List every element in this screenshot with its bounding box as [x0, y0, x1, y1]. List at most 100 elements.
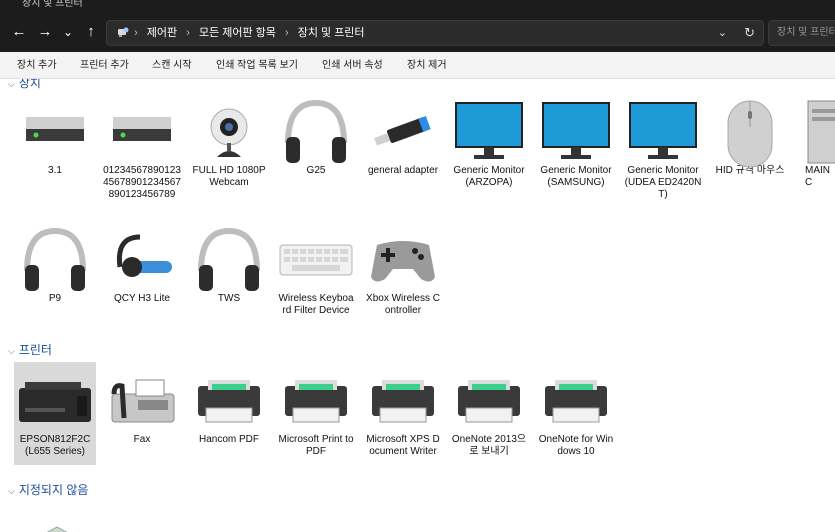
group-header-unspecified[interactable]: ⌵ 지정되지 않음 [8, 482, 88, 498]
printer-icon [535, 362, 617, 434]
device-item[interactable]: HID 규격 마우스 [709, 93, 791, 177]
group-title: 지정되지 않음 [18, 483, 89, 497]
add-printer-button[interactable]: 프린터 추가 [80, 52, 129, 79]
device-label: 3.1 [48, 165, 62, 176]
device-item[interactable]: 3.1 [14, 93, 96, 177]
printer-label: EPSON812F2C (L655 Series) [19, 434, 91, 457]
printer-item[interactable]: Microsoft Print to PDF [275, 362, 357, 458]
printer-label: Microsoft XPS Document Writer [366, 434, 440, 457]
printer-icon [448, 362, 530, 434]
print-server-properties-button[interactable]: 인쇄 서버 속성 [322, 52, 383, 79]
headset-icon [101, 221, 183, 293]
command-toolbar: 장치 추가 프린터 추가 스캔 시작 인쇄 작업 목록 보기 인쇄 서버 속성 … [0, 52, 835, 79]
breadcrumb-separator: › [134, 27, 138, 39]
device-list: ⌵ 장치 3.1 01234567890123456789012345678901… [0, 79, 835, 532]
device-label: general adapter [367, 165, 439, 176]
up-arrow-icon: ↑ [87, 23, 95, 40]
printer-item[interactable]: Fax [101, 362, 183, 446]
device-label: Generic Monitor (SAMSUNG) [540, 165, 612, 188]
window-title: 장치 및 프린터 [22, 0, 83, 9]
headphones-icon [188, 221, 270, 293]
refresh-icon[interactable]: ↻ [744, 21, 755, 45]
device-label: P9 [48, 293, 62, 304]
device-item[interactable]: Generic Monitor (SAMSUNG) [535, 93, 617, 189]
address-dropdown-icon[interactable]: ⌄ [718, 21, 727, 45]
fax-icon [101, 362, 183, 434]
device-item[interactable]: Wireless Keyboard Filter Device [275, 221, 357, 317]
group-header-devices[interactable]: ⌵ 장치 [8, 79, 41, 91]
printer-item[interactable]: OneNote 2013으로 보내기 [448, 362, 530, 458]
printer-item[interactable]: Microsoft XPS Document Writer [362, 362, 444, 458]
group-title: 프린터 [18, 343, 52, 357]
epson-printer-icon [14, 362, 96, 434]
breadcrumb-separator: › [284, 27, 289, 39]
device-item[interactable]: TWS [188, 221, 270, 305]
chevron-down-icon: ⌵ [8, 346, 15, 356]
device-item[interactable]: 0123456789012345678901234567890123456789 [101, 93, 183, 201]
printer-item[interactable]: Hancom PDF [188, 362, 270, 446]
back-arrow-icon: ← [11, 23, 27, 40]
print-queue-button[interactable]: 인쇄 작업 목록 보기 [216, 52, 298, 79]
printer-item[interactable]: EPSON812F2C (L655 Series) [14, 362, 96, 465]
device-label: FULL HD 1080P Webcam [192, 165, 266, 188]
device-label: Xbox Wireless Controller [366, 293, 440, 316]
printer-label: OneNote 2013으로 보내기 [451, 434, 527, 457]
control-panel-icon [118, 27, 129, 37]
device-item[interactable]: Generic Monitor (UDEA ED2420NT) [622, 93, 704, 201]
device-label: MAINC [805, 165, 830, 188]
breadcrumb-control-panel[interactable]: 제어판 [147, 27, 177, 39]
device-label: Generic Monitor (ARZOPA) [453, 165, 525, 188]
group-title: 장치 [18, 79, 41, 90]
printer-item[interactable]: OneNote for Windows 10 [535, 362, 617, 458]
device-item[interactable]: G25 [275, 93, 357, 177]
navigation-bar: ← → ⌄ ↑ › 제어판 › 모든 제어판 항목 › 장치 및 프린터 ⌄ ↻… [0, 12, 835, 52]
headphones-icon [275, 93, 357, 165]
printer-icon [275, 362, 357, 434]
address-bar[interactable]: › 제어판 › 모든 제어판 항목 › 장치 및 프린터 ⌄ ↻ [106, 20, 764, 46]
device-label: QCY H3 Lite [114, 293, 170, 304]
device-item[interactable]: QCY H3 Lite [101, 221, 183, 305]
printer-icon [188, 362, 270, 434]
device-label: TWS [217, 293, 241, 304]
drive-icon [101, 93, 183, 165]
mouse-icon [709, 93, 791, 168]
webcam-icon [188, 93, 270, 165]
computer-icon [792, 93, 835, 165]
forward-button[interactable]: → [34, 21, 56, 43]
add-device-button[interactable]: 장치 추가 [17, 52, 57, 79]
monitor-icon [535, 93, 617, 165]
device-item[interactable]: general adapter [362, 93, 444, 177]
forward-arrow-icon: → [37, 23, 53, 40]
monitor-icon [622, 93, 704, 165]
gamepad-icon [362, 221, 444, 293]
window-title-bar: 장치 및 프린터 [0, 0, 835, 12]
printer-label: Fax [133, 434, 151, 445]
back-button[interactable]: ← [8, 21, 30, 43]
search-input[interactable]: 장치 및 프린터 검색 [768, 20, 835, 46]
unspecified-device-icon [42, 523, 72, 532]
remove-device-button[interactable]: 장치 제거 [407, 52, 447, 79]
chevron-down-icon: ⌄ [62, 25, 74, 39]
chevron-down-icon: ⌵ [8, 486, 15, 496]
device-item[interactable]: P9 [14, 221, 96, 305]
monitor-icon [448, 93, 530, 165]
device-item[interactable]: Xbox Wireless Controller [362, 221, 444, 317]
start-scan-button[interactable]: 스캔 시작 [152, 52, 192, 79]
recent-locations-button[interactable]: ⌄ [57, 21, 79, 43]
device-label: 0123456789012345678901234567890123456789 [103, 165, 181, 200]
device-item[interactable]: Generic Monitor (ARZOPA) [448, 93, 530, 189]
printer-icon [362, 362, 444, 434]
device-label: Generic Monitor (UDEA ED2420NT) [624, 165, 702, 200]
printer-label: OneNote for Windows 10 [538, 434, 614, 457]
chevron-down-icon: ⌵ [8, 79, 15, 89]
breadcrumb-devices-and-printers[interactable]: 장치 및 프린터 [298, 27, 365, 39]
headphones-icon [14, 221, 96, 293]
up-button[interactable]: ↑ [80, 21, 102, 43]
drive-icon [14, 93, 96, 165]
device-item[interactable]: FULL HD 1080P Webcam [188, 93, 270, 189]
group-header-printers[interactable]: ⌵ 프린터 [8, 342, 52, 358]
breadcrumb-all-control-panel-items[interactable]: 모든 제어판 항목 [199, 27, 276, 39]
usb-adapter-icon [362, 93, 444, 165]
keyboard-icon [275, 221, 357, 293]
device-item[interactable]: MAINC [792, 93, 835, 189]
